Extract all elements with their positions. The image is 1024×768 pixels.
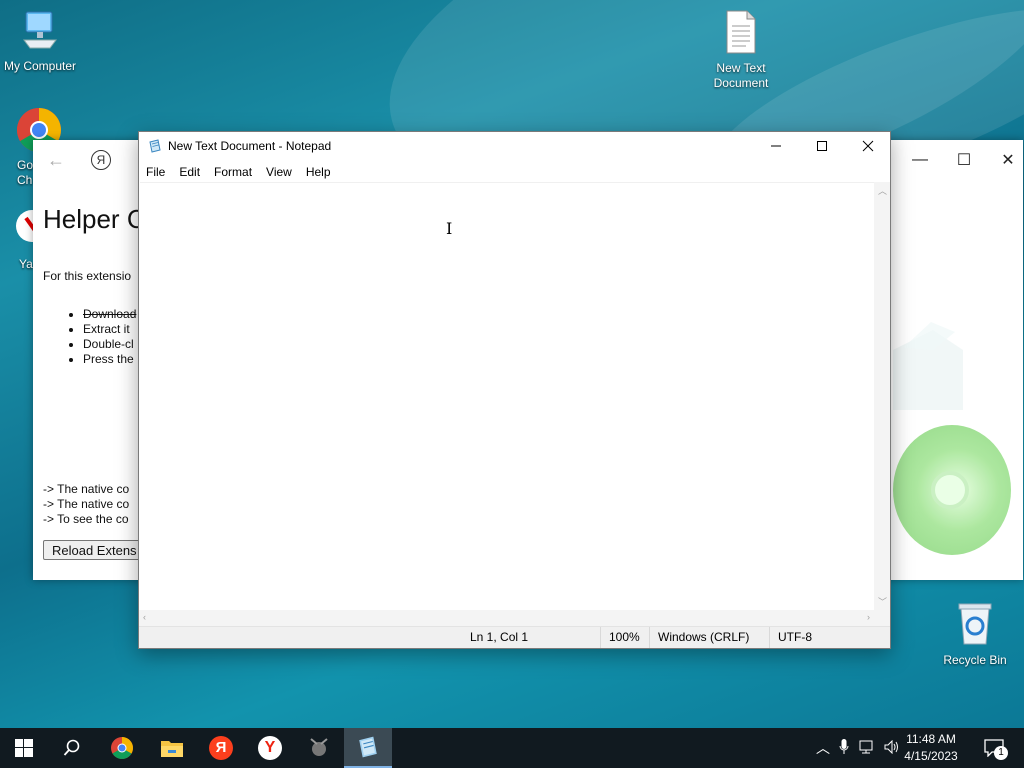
scroll-up-icon[interactable]: ︿	[878, 184, 887, 197]
desktop-icon-new-text-document[interactable]: New Text Document	[701, 10, 781, 91]
notification-center-button[interactable]: 1	[974, 728, 1014, 768]
text-cursor-icon: I	[446, 219, 453, 238]
list-item: Double-cl	[83, 337, 136, 352]
taskbar-app[interactable]	[295, 728, 343, 768]
yandex-icon: Я	[209, 736, 233, 760]
desktop-icon-yandex[interactable]	[14, 208, 48, 248]
clock-date: 4/15/2023	[904, 749, 958, 763]
yandex-button[interactable]: Я	[91, 150, 111, 170]
system-tray: ︿	[814, 728, 904, 768]
scroll-down-icon[interactable]: ﹀	[878, 595, 887, 608]
note-line: -> To see the co	[43, 512, 129, 526]
status-bar: Ln 1, Col 1 100% Windows (CRLF) UTF-8	[139, 626, 890, 648]
desktop-icon-label: New Text Document	[713, 61, 769, 90]
back-icon[interactable]: ←	[47, 150, 65, 171]
menu-help[interactable]: Help	[299, 160, 338, 182]
taskbar-chrome[interactable]	[98, 728, 146, 768]
desktop-icon-label: My Computer	[3, 59, 77, 73]
minimize-button[interactable]	[753, 132, 799, 160]
reload-extension-button[interactable]: Reload Extens	[43, 540, 146, 560]
text-file-icon	[701, 10, 781, 58]
clock[interactable]: 11:48 AM 4/15/2023	[896, 731, 966, 765]
list-item: Extract it	[83, 322, 136, 337]
taskbar-yandex-browser[interactable]: Y	[246, 728, 294, 768]
window-title: New Text Document - Notepad	[168, 139, 332, 153]
notes-block: -> The native co -> The native co -> To …	[43, 482, 129, 527]
notepad-window[interactable]: New Text Document - Notepad File Edit Fo…	[138, 131, 891, 649]
page-paragraph: For this extensio	[43, 269, 132, 283]
browser-maximize-button[interactable]: ☐	[941, 140, 987, 180]
notification-badge: 1	[994, 746, 1008, 760]
minimize-icon	[771, 145, 781, 147]
app-icon	[310, 738, 328, 756]
horizontal-scrollbar[interactable]: ‹ ›	[139, 610, 874, 626]
folder-icon	[161, 741, 183, 757]
close-icon	[862, 140, 874, 152]
notepad-icon	[359, 736, 377, 758]
taskbar: Я Y ︿ 11:48 AM 4/15/2023 1	[0, 728, 1024, 768]
computer-icon	[0, 10, 80, 56]
desktop-icon-label-partial: Ya	[19, 257, 33, 271]
menu-bar: File Edit Format View Help	[139, 160, 338, 182]
page-heading: Helper C	[43, 204, 146, 234]
desktop-icon-label: Recycle Bin	[943, 653, 1007, 667]
vertical-scrollbar[interactable]: ︿ ﹀	[874, 182, 890, 610]
yandex-desktop-icon	[16, 210, 48, 242]
desktop-icon-recycle-bin[interactable]: Recycle Bin	[935, 602, 1015, 668]
disc-art	[893, 425, 1011, 555]
browser-close-button[interactable]: ✕	[985, 140, 1024, 180]
status-position: Ln 1, Col 1	[470, 630, 529, 644]
taskbar-file-explorer[interactable]	[148, 728, 196, 768]
list-item: Press the	[83, 352, 136, 367]
taskbar-yandex[interactable]: Я	[197, 728, 245, 768]
chrome-icon	[111, 737, 133, 759]
menu-view[interactable]: View	[259, 160, 299, 182]
scrollbar-corner	[874, 610, 890, 626]
scroll-left-icon[interactable]: ‹	[143, 612, 146, 622]
note-line: -> The native co	[43, 482, 130, 496]
notepad-titlebar[interactable]: New Text Document - Notepad	[139, 132, 890, 160]
recycle-bin-icon	[935, 602, 1015, 650]
status-line-endings: Windows (CRLF)	[649, 627, 768, 648]
note-line: -> The native co	[43, 497, 130, 511]
maximize-icon	[817, 141, 827, 151]
box-art	[893, 320, 963, 410]
menu-file[interactable]: File	[139, 160, 172, 182]
close-button[interactable]	[845, 132, 891, 160]
desktop-icon-label-partial: Go Ch	[17, 158, 34, 187]
network-icon[interactable]	[856, 740, 880, 757]
text-editor-area[interactable]	[140, 182, 874, 611]
yandex-browser-icon: Y	[258, 736, 282, 760]
scroll-right-icon[interactable]: ›	[867, 612, 870, 622]
start-button[interactable]	[0, 728, 48, 768]
list-item[interactable]: Download	[83, 307, 136, 322]
notepad-app-icon	[148, 139, 162, 153]
instructions-list: Download Extract it Double-cl Press the	[43, 307, 136, 367]
status-encoding: UTF-8	[769, 627, 878, 648]
search-icon	[63, 739, 80, 756]
desktop-icon-my-computer[interactable]: My Computer	[0, 10, 80, 74]
status-zoom: 100%	[600, 627, 655, 648]
maximize-button[interactable]	[799, 132, 845, 160]
browser-minimize-button[interactable]: —	[897, 140, 943, 180]
windows-icon	[15, 739, 33, 757]
chevron-up-icon[interactable]: ︿	[814, 738, 832, 758]
microphone-icon[interactable]	[832, 738, 856, 758]
search-button[interactable]	[48, 728, 96, 768]
menu-edit[interactable]: Edit	[172, 160, 207, 182]
menu-format[interactable]: Format	[207, 160, 259, 182]
taskbar-notepad[interactable]	[344, 728, 392, 768]
clock-time: 11:48 AM	[906, 732, 956, 746]
